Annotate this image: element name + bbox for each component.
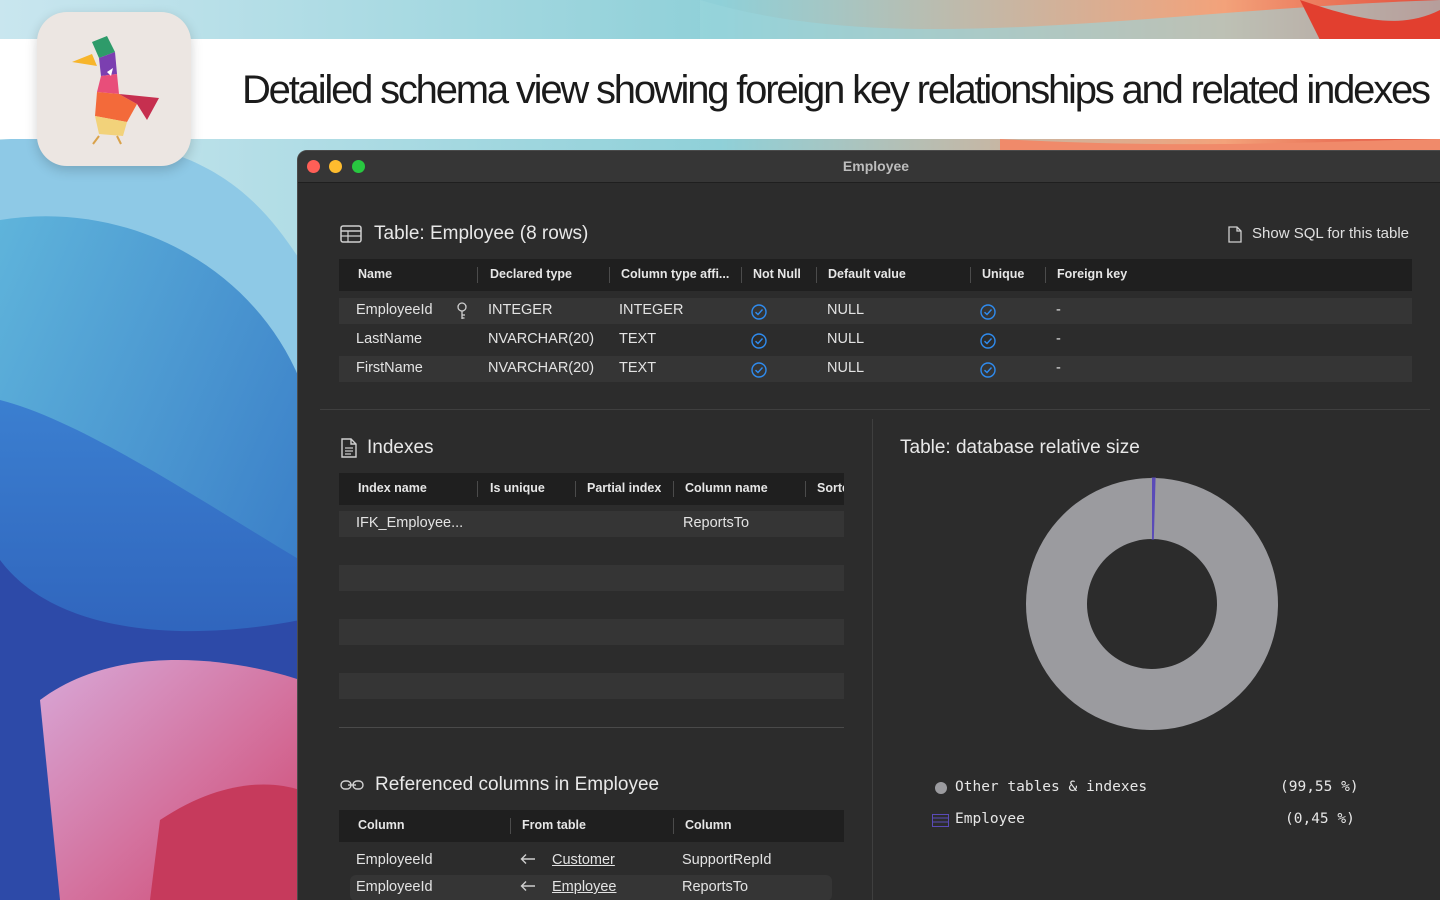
cell-name: EmployeeId — [356, 302, 433, 318]
relative-size-donut-chart — [1026, 477, 1278, 730]
legend-dot-icon — [935, 782, 947, 794]
arrow-left-icon — [520, 854, 535, 864]
duck-logo-icon — [37, 12, 191, 166]
table-row[interactable]: FirstName NVARCHAR(20) TEXT NULL - — [339, 356, 1412, 382]
cell-column-name: ReportsTo — [683, 515, 750, 531]
cell-name: FirstName — [356, 360, 423, 376]
table-row[interactable]: EmployeeId Employee ReportsTo — [350, 875, 832, 900]
table-row[interactable]: LastName NVARCHAR(20) TEXT NULL - — [339, 327, 1412, 353]
window-title: Employee — [842, 158, 910, 174]
column-header[interactable]: Foreign key — [1057, 267, 1127, 281]
column-header[interactable]: Not Null — [753, 267, 801, 281]
table-icon — [340, 225, 362, 243]
cell-default: NULL — [827, 360, 865, 376]
table-row[interactable]: EmployeeId Customer SupportRepId — [339, 848, 844, 874]
chart-title: Table: database relative size — [900, 437, 1140, 458]
table-bottom-divider — [339, 727, 844, 728]
column-header[interactable]: Default value — [828, 267, 906, 281]
column-header[interactable]: Unique — [982, 267, 1024, 281]
cell-affinity: INTEGER — [619, 302, 684, 318]
check-icon — [980, 333, 996, 349]
column-header[interactable]: Column name — [685, 481, 768, 495]
check-icon — [751, 362, 767, 378]
cell-from-column: SupportRepId — [682, 852, 772, 868]
cell-column: EmployeeId — [356, 879, 433, 895]
column-header[interactable]: Name — [358, 267, 392, 281]
column-header[interactable]: From table — [522, 818, 586, 832]
legend-label: Employee — [955, 811, 1025, 827]
column-header[interactable]: Column — [685, 818, 732, 832]
cell-affinity: TEXT — [619, 331, 657, 347]
legend-pct-employee: (0,45 %) — [1285, 811, 1355, 827]
indexes-table-header: Index name Is unique Partial index Colum… — [339, 473, 844, 505]
table-row[interactable]: EmployeeId INTEGER INTEGER NULL - — [339, 298, 1412, 324]
table-row[interactable]: IFK_Employee... ReportsTo — [339, 511, 844, 537]
donut-slice-other-tables-indexes — [1026, 478, 1278, 730]
section-divider — [320, 409, 1430, 410]
legend-label: Other tables & indexes — [955, 779, 1148, 795]
app-window: Employee Table: Employee (8 rows) Show S… — [297, 150, 1440, 900]
show-sql-label: Show SQL for this table — [1252, 225, 1410, 242]
cell-declared-type: INTEGER — [488, 302, 553, 318]
check-icon — [980, 362, 996, 378]
cell-foreign-key: - — [1056, 360, 1061, 376]
empty-row — [339, 565, 844, 591]
empty-row — [339, 673, 844, 699]
indexes-title: Indexes — [367, 437, 434, 458]
check-icon — [980, 304, 996, 320]
legend-table-icon — [932, 814, 949, 827]
cell-declared-type: NVARCHAR(20) — [488, 360, 595, 376]
cell-foreign-key: - — [1056, 331, 1061, 347]
pane-divider — [872, 419, 873, 900]
document-icon — [1228, 226, 1242, 243]
empty-row — [339, 619, 844, 645]
cell-column: EmployeeId — [356, 852, 433, 868]
cell-name: LastName — [356, 331, 423, 347]
referenced-table-header: Column From table Column — [339, 810, 844, 842]
window-titlebar: Employee — [298, 151, 1440, 183]
key-icon — [457, 302, 467, 319]
legend-pct-other: (99,55 %) — [1280, 779, 1359, 795]
from-table-link[interactable]: Employee — [552, 879, 616, 895]
column-header[interactable]: Is unique — [490, 481, 545, 495]
index-document-icon — [341, 438, 357, 458]
cell-from-column: ReportsTo — [682, 879, 749, 895]
column-header[interactable]: Column type affi... — [621, 267, 735, 281]
cell-declared-type: NVARCHAR(20) — [488, 331, 595, 347]
cell-foreign-key: - — [1056, 302, 1061, 318]
cell-affinity: TEXT — [619, 360, 657, 376]
column-header[interactable]: Partial index — [587, 481, 661, 495]
column-header[interactable]: Sorte — [817, 481, 844, 495]
referenced-title: Referenced columns in Employee — [375, 774, 660, 795]
column-header[interactable]: Declared type — [490, 267, 572, 281]
cell-default: NULL — [827, 302, 865, 318]
column-header[interactable]: Column — [358, 818, 405, 832]
schema-table-header: Name Declared type Column type affi... N… — [339, 259, 1412, 291]
column-header[interactable]: Index name — [358, 481, 427, 495]
arrow-left-icon — [520, 881, 535, 891]
banner-title: Detailed schema view showing foreign key… — [242, 68, 1431, 112]
schema-title: Table: Employee (8 rows) — [374, 223, 589, 244]
cell-default: NULL — [827, 331, 865, 347]
cell-index-name: IFK_Employee... — [356, 515, 464, 531]
check-icon — [751, 333, 767, 349]
from-table-link[interactable]: Customer — [552, 852, 615, 868]
link-icon — [340, 780, 364, 790]
check-icon — [751, 304, 767, 320]
